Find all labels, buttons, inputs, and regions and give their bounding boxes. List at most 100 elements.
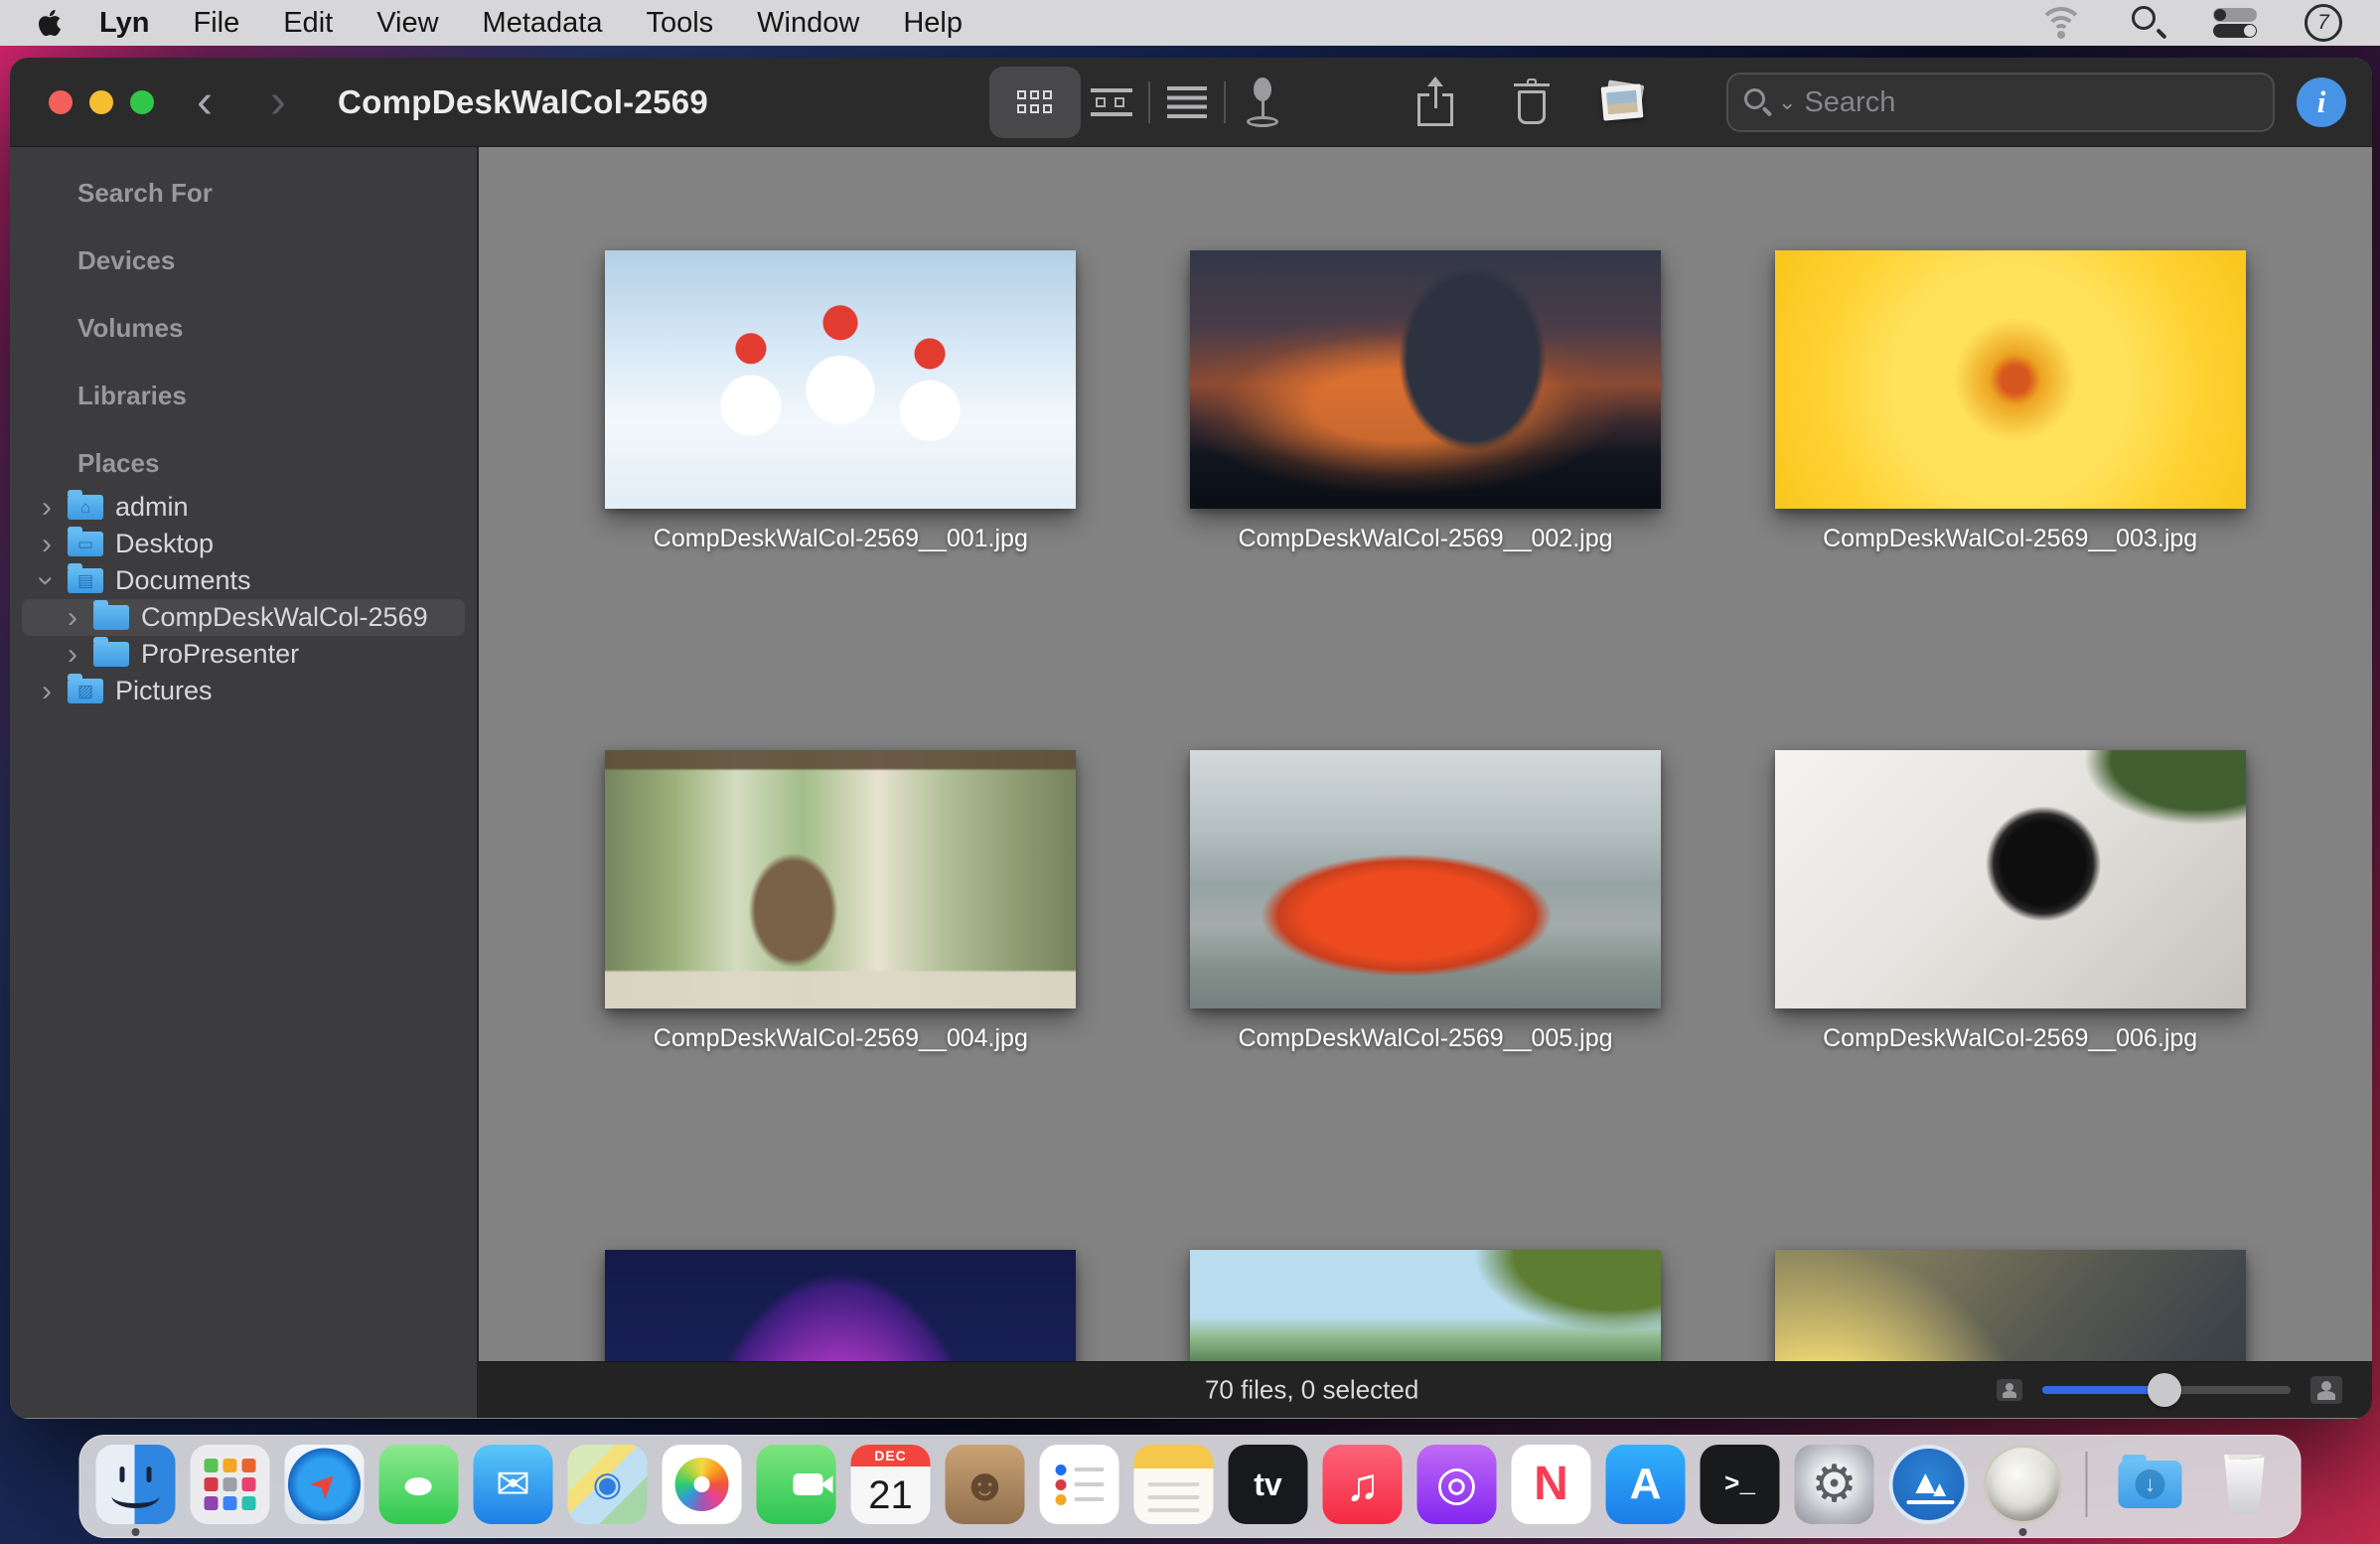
sidebar-section-places: Places [10,443,477,483]
dock-item-mountain-app[interactable]: ▲▲ [1889,1445,1969,1524]
spotlight-search-icon[interactable] [2132,6,2165,40]
file-thumbnail[interactable] [1775,750,2246,1008]
dock-item-safari[interactable]: ➤ [285,1445,365,1524]
podcasts-icon: ◎ [1417,1445,1497,1524]
dock-item-terminal[interactable]: >_ [1701,1445,1780,1524]
dock-item-finder[interactable] [96,1445,176,1524]
dock-item-notes[interactable] [1134,1445,1214,1524]
zoom-out-thumbnail-icon[interactable] [1997,1379,2022,1401]
dock-item-downloads[interactable]: ↓ [2111,1445,2190,1524]
menu-item-window[interactable]: Window [735,7,881,40]
mail-icon: ✉ [474,1445,553,1524]
chevron-right-icon[interactable]: › [32,673,62,709]
zoom-button[interactable] [130,90,154,114]
menu-item-metadata[interactable]: Metadata [461,7,625,40]
file-name: CompDeskWalCol-2569__001.jpg [605,525,1076,553]
chevron-right-icon[interactable]: › [32,489,62,526]
dock-item-podcasts[interactable]: ◎ [1417,1445,1497,1524]
window-title: CompDeskWalCol-2569 [338,83,708,121]
list-view-button[interactable] [1156,67,1218,138]
folder-icon: ▨ [68,679,103,703]
dock-item-maps[interactable]: ◉ [568,1445,648,1524]
chevron-right-icon[interactable]: › [58,636,87,673]
menu-bar: Lyn FileEditViewMetadataToolsWindowHelp … [0,0,2380,46]
file-cell: CompDeskWalCol-2569__001.jpg [605,250,1076,553]
close-button[interactable] [49,90,73,114]
clock-icon[interactable]: 7 [2305,4,2342,42]
mail-glyph: ✉ [496,1464,530,1505]
dock-item-reminders[interactable] [1040,1445,1119,1524]
chevron-right-icon[interactable]: › [32,526,62,562]
search-icon [1744,86,1774,118]
folder-badge-icon: ▨ [68,679,103,703]
trash-icon [1514,78,1550,126]
dock-item-facetime[interactable] [757,1445,836,1524]
running-indicator [132,1528,140,1536]
sidebar-item-pictures[interactable]: ›▨Pictures [10,673,477,709]
menu-item-help[interactable]: Help [881,7,984,40]
search-input[interactable] [1804,86,2257,119]
grid-view-button[interactable] [989,67,1081,138]
wifi-icon[interactable] [2038,7,2084,39]
file-thumbnail[interactable] [605,750,1076,1008]
messages-glyph: ● [399,1464,437,1505]
file-thumbnail[interactable] [1190,250,1661,509]
minimize-button[interactable] [89,90,113,114]
dock-item-system-preferences[interactable]: ⚙ [1795,1445,1874,1524]
dock-item-appletv[interactable]: tv [1229,1445,1308,1524]
back-button[interactable]: ‹ [197,78,213,126]
file-name: CompDeskWalCol-2569__005.jpg [1190,1024,1661,1053]
dock-item-appstore[interactable]: A [1606,1445,1686,1524]
sidebar-item-compdeskwalcol-2569[interactable]: ›CompDeskWalCol-2569 [10,599,477,636]
menu-item-edit[interactable]: Edit [261,7,355,40]
slider-knob[interactable] [2148,1373,2181,1407]
dock-item-lyn[interactable] [1984,1445,2063,1524]
search-field[interactable]: ⌄ [1726,73,2275,132]
slideshow-button[interactable] [1587,67,1659,138]
sidebar-item-documents[interactable]: ›▤Documents [10,562,477,599]
dock-item-mail[interactable]: ✉ [474,1445,553,1524]
dock-item-launchpad[interactable] [191,1445,270,1524]
menu-app-name[interactable]: Lyn [77,7,171,40]
forward-button[interactable]: › [270,78,286,126]
filmstrip-view-button[interactable] [1081,67,1142,138]
dock-item-music[interactable]: ♫ [1323,1445,1403,1524]
trash-button[interactable] [1496,67,1567,138]
chevron-right-icon[interactable]: › [58,599,87,636]
file-thumbnail[interactable] [605,250,1076,509]
dock-item-messages[interactable]: ● [379,1445,459,1524]
appletv-icon: tv [1229,1445,1308,1524]
dock-separator [2086,1452,2088,1517]
file-thumbnail[interactable] [1775,250,2246,509]
sidebar-item-propresenter[interactable]: ›ProPresenter [10,636,477,673]
info-button[interactable]: i [2297,77,2346,127]
dock-item-contacts[interactable]: ☻ [946,1445,1025,1524]
chevron-down-icon[interactable]: › [29,566,66,596]
file-thumbnail[interactable] [1190,750,1661,1008]
sidebar-item-label: admin [115,492,189,523]
folder-badge-icon [93,642,129,667]
sidebar-item-admin[interactable]: ›⌂admin [10,489,477,526]
sidebar-item-desktop[interactable]: ›▭Desktop [10,526,477,562]
zoom-in-thumbnail-icon[interactable] [2310,1376,2342,1404]
thumbnail-size-slider[interactable] [2042,1386,2291,1394]
share-button[interactable] [1400,67,1471,138]
reminders-icon [1040,1445,1119,1524]
dock-item-news[interactable]: N [1512,1445,1591,1524]
map-pin-button[interactable] [1232,67,1293,138]
apple-menu-icon[interactable] [38,8,62,38]
search-scope-chevron-icon[interactable]: ⌄ [1778,89,1796,115]
camera-body [794,1473,823,1495]
menu-item-tools[interactable]: Tools [624,7,735,40]
mountain-app-icon: ▲▲ [1889,1445,1969,1524]
file-cell: CompDeskWalCol-2569__004.jpg [605,750,1076,1053]
menu-item-file[interactable]: File [171,7,261,40]
news-glyph: N [1534,1461,1568,1508]
contacts-glyph: ☻ [961,1462,1008,1507]
menu-item-view[interactable]: View [355,7,460,40]
dock-item-calendar[interactable]: DEC21 [851,1445,931,1524]
download-arrow: ↓ [2136,1469,2165,1499]
control-center-icon[interactable] [2213,8,2257,38]
dock-item-photos[interactable] [663,1445,742,1524]
dock-item-trash[interactable] [2205,1445,2285,1524]
